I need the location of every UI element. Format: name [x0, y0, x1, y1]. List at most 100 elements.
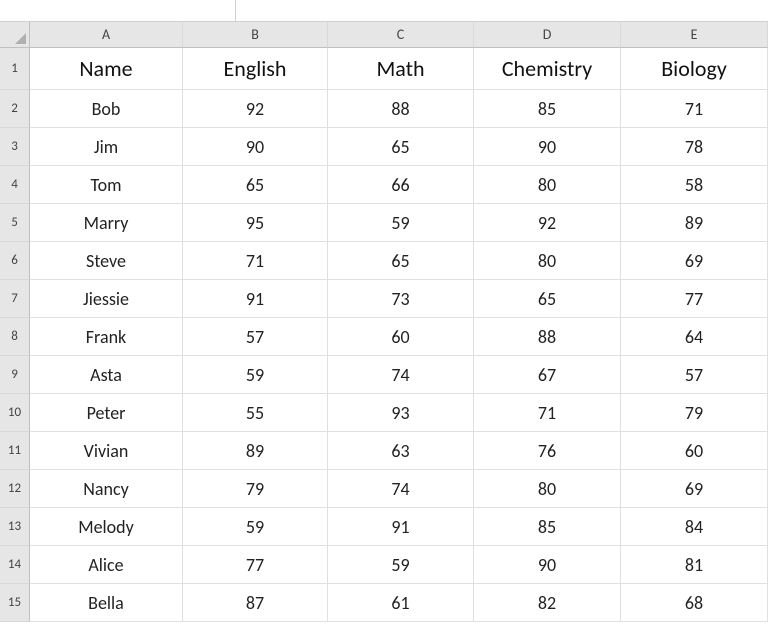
cell-d6[interactable]: 80	[474, 242, 621, 280]
cell-a13[interactable]: Melody	[30, 508, 183, 546]
cell-d13[interactable]: 85	[474, 508, 621, 546]
row-header-12[interactable]: 12	[0, 470, 30, 508]
cell-e3[interactable]: 78	[621, 128, 768, 166]
cell-b14[interactable]: 77	[183, 546, 328, 584]
row-header-3[interactable]: 3	[0, 128, 30, 166]
header-cell-english[interactable]: English	[183, 48, 328, 90]
row-header-9[interactable]: 9	[0, 356, 30, 394]
cell-e7[interactable]: 77	[621, 280, 768, 318]
cell-b8[interactable]: 57	[183, 318, 328, 356]
cell-c11[interactable]: 63	[328, 432, 474, 470]
column-header-d[interactable]: D	[474, 22, 621, 48]
column-header-e[interactable]: E	[621, 22, 768, 48]
cell-e12[interactable]: 69	[621, 470, 768, 508]
cell-b6[interactable]: 71	[183, 242, 328, 280]
cell-c12[interactable]: 74	[328, 470, 474, 508]
cell-e10[interactable]: 79	[621, 394, 768, 432]
cell-d11[interactable]: 76	[474, 432, 621, 470]
cell-e13[interactable]: 84	[621, 508, 768, 546]
cell-b10[interactable]: 55	[183, 394, 328, 432]
cell-e2[interactable]: 71	[621, 90, 768, 128]
cell-d14[interactable]: 90	[474, 546, 621, 584]
cell-d15[interactable]: 82	[474, 584, 621, 622]
row-header-15[interactable]: 15	[0, 584, 30, 622]
cell-b11[interactable]: 89	[183, 432, 328, 470]
cell-c15[interactable]: 61	[328, 584, 474, 622]
cell-d3[interactable]: 90	[474, 128, 621, 166]
cell-d12[interactable]: 80	[474, 470, 621, 508]
cell-a2[interactable]: Bob	[30, 90, 183, 128]
row-header-1[interactable]: 1	[0, 48, 30, 90]
column-header-c[interactable]: C	[328, 22, 474, 48]
cell-b15[interactable]: 87	[183, 584, 328, 622]
cell-c14[interactable]: 59	[328, 546, 474, 584]
cell-e6[interactable]: 69	[621, 242, 768, 280]
cell-e5[interactable]: 89	[621, 204, 768, 242]
cell-c2[interactable]: 88	[328, 90, 474, 128]
cell-a11[interactable]: Vivian	[30, 432, 183, 470]
cell-e11[interactable]: 60	[621, 432, 768, 470]
cell-b4[interactable]: 65	[183, 166, 328, 204]
cell-c10[interactable]: 93	[328, 394, 474, 432]
cells-area[interactable]: NameEnglishMathChemistryBiologyBob928885…	[30, 48, 768, 622]
cell-a14[interactable]: Alice	[30, 546, 183, 584]
row-header-8[interactable]: 8	[0, 318, 30, 356]
cell-b13[interactable]: 59	[183, 508, 328, 546]
cell-b2[interactable]: 92	[183, 90, 328, 128]
header-cell-math[interactable]: Math	[328, 48, 474, 90]
cell-a15[interactable]: Bella	[30, 584, 183, 622]
cell-d8[interactable]: 88	[474, 318, 621, 356]
row-header-4[interactable]: 4	[0, 166, 30, 204]
cell-a5[interactable]: Marry	[30, 204, 183, 242]
cell-c13[interactable]: 91	[328, 508, 474, 546]
cell-e14[interactable]: 81	[621, 546, 768, 584]
cell-d9[interactable]: 67	[474, 356, 621, 394]
cell-c3[interactable]: 65	[328, 128, 474, 166]
row-header-5[interactable]: 5	[0, 204, 30, 242]
cell-c4[interactable]: 66	[328, 166, 474, 204]
cell-a4[interactable]: Tom	[30, 166, 183, 204]
cell-a10[interactable]: Peter	[30, 394, 183, 432]
name-box[interactable]	[0, 0, 236, 21]
cell-c5[interactable]: 59	[328, 204, 474, 242]
column-header-a[interactable]: A	[30, 22, 183, 48]
row-header-7[interactable]: 7	[0, 280, 30, 318]
cell-d10[interactable]: 71	[474, 394, 621, 432]
header-cell-biology[interactable]: Biology	[621, 48, 768, 90]
row-header-14[interactable]: 14	[0, 546, 30, 584]
row-header-11[interactable]: 11	[0, 432, 30, 470]
cell-d2[interactable]: 85	[474, 90, 621, 128]
cell-a7[interactable]: Jiessie	[30, 280, 183, 318]
header-cell-chemistry[interactable]: Chemistry	[474, 48, 621, 90]
cell-a3[interactable]: Jim	[30, 128, 183, 166]
cell-d4[interactable]: 80	[474, 166, 621, 204]
cell-a8[interactable]: Frank	[30, 318, 183, 356]
cell-a9[interactable]: Asta	[30, 356, 183, 394]
cell-b9[interactable]: 59	[183, 356, 328, 394]
select-all-corner[interactable]	[0, 22, 30, 48]
cell-e4[interactable]: 58	[621, 166, 768, 204]
cell-c8[interactable]: 60	[328, 318, 474, 356]
cell-d5[interactable]: 92	[474, 204, 621, 242]
cell-c9[interactable]: 74	[328, 356, 474, 394]
cell-c6[interactable]: 65	[328, 242, 474, 280]
header-cell-name[interactable]: Name	[30, 48, 183, 90]
cell-c7[interactable]: 73	[328, 280, 474, 318]
cell-e8[interactable]: 64	[621, 318, 768, 356]
cell-e15[interactable]: 68	[621, 584, 768, 622]
cell-b12[interactable]: 79	[183, 470, 328, 508]
row-header-2[interactable]: 2	[0, 90, 30, 128]
cell-b5[interactable]: 95	[183, 204, 328, 242]
spreadsheet-grid[interactable]: 123456789101112131415 ABCDE NameEnglishM…	[0, 22, 768, 622]
cell-b3[interactable]: 90	[183, 128, 328, 166]
row-header-13[interactable]: 13	[0, 508, 30, 546]
column-header-b[interactable]: B	[183, 22, 328, 48]
table-row: Melody59918584	[30, 508, 768, 546]
cell-a6[interactable]: Steve	[30, 242, 183, 280]
cell-b7[interactable]: 91	[183, 280, 328, 318]
cell-d7[interactable]: 65	[474, 280, 621, 318]
row-header-10[interactable]: 10	[0, 394, 30, 432]
row-header-6[interactable]: 6	[0, 242, 30, 280]
cell-a12[interactable]: Nancy	[30, 470, 183, 508]
cell-e9[interactable]: 57	[621, 356, 768, 394]
